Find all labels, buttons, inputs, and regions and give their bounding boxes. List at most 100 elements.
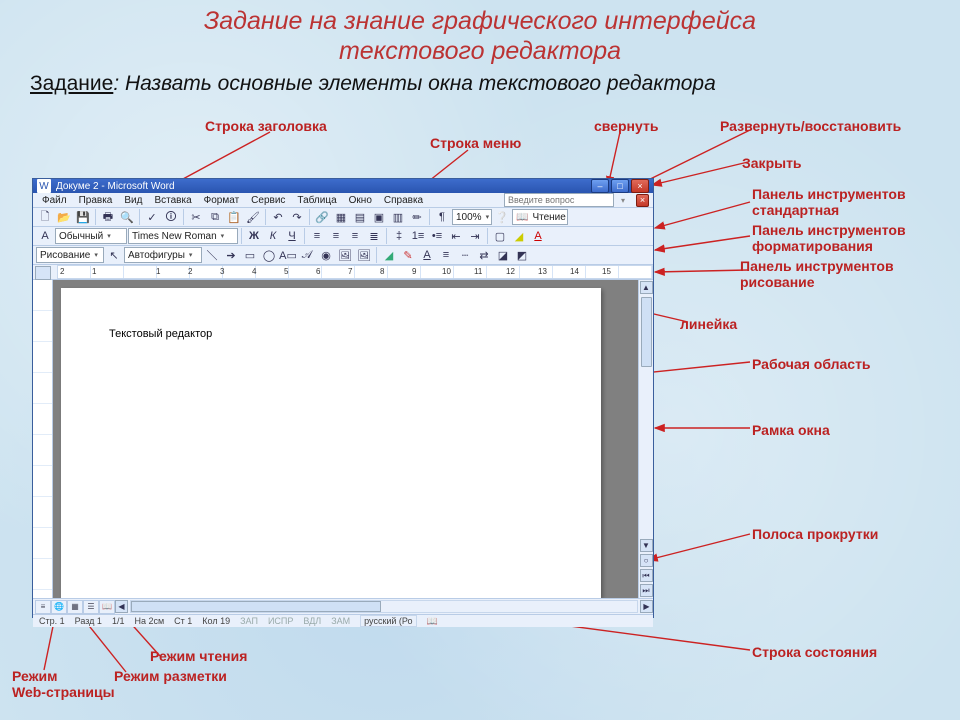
view-reading-icon[interactable]: 📖 <box>99 600 115 614</box>
status-ovr[interactable]: ЗАМ <box>331 616 350 626</box>
line-icon[interactable]: ＼ <box>203 246 221 264</box>
menu-window[interactable]: Окно <box>344 194 377 207</box>
vertical-scrollbar[interactable]: ▲ ▼ ○ ⏮ ⏭ <box>638 280 653 598</box>
print-icon[interactable]: 🖶 <box>99 208 117 226</box>
vertical-ruler[interactable] <box>33 280 53 598</box>
status-spellcheck-icon[interactable]: 📖 <box>427 616 438 627</box>
status-trk[interactable]: ИСПР <box>268 616 293 626</box>
line-color-icon[interactable]: ✎ <box>399 246 417 264</box>
underline-icon[interactable]: Ч <box>283 227 301 245</box>
numbered-list-icon[interactable]: 1≡ <box>409 227 427 245</box>
excel-icon[interactable]: ▣ <box>370 208 388 226</box>
bold-icon[interactable]: Ж <box>245 227 263 245</box>
status-rec[interactable]: ЗАП <box>240 616 258 626</box>
vscroll-thumb[interactable] <box>641 297 652 367</box>
styles-pane-icon[interactable]: A <box>36 227 54 245</box>
menu-format[interactable]: Формат <box>199 194 245 207</box>
picture-icon[interactable]: 🖼 <box>355 246 373 264</box>
highlight-icon[interactable]: ◢ <box>510 227 528 245</box>
arrow-style-icon[interactable]: ⇄ <box>475 246 493 264</box>
scroll-up-icon[interactable]: ▲ <box>640 281 653 294</box>
align-left-icon[interactable]: ≡ <box>308 227 326 245</box>
document-close-button[interactable]: × <box>636 194 649 207</box>
close-button[interactable]: × <box>631 179 649 193</box>
autoshapes-menu[interactable]: Автофигуры▾ <box>124 247 202 263</box>
hscroll-thumb[interactable] <box>131 601 381 612</box>
3d-icon[interactable]: ◩ <box>513 246 531 264</box>
rectangle-icon[interactable]: ▭ <box>241 246 259 264</box>
prev-page-icon[interactable]: ⏮ <box>640 569 653 582</box>
menu-file[interactable]: Файл <box>37 194 72 207</box>
arrow-shape-icon[interactable]: ➔ <box>222 246 240 264</box>
menu-edit[interactable]: Правка <box>74 194 118 207</box>
line-spacing-icon[interactable]: ‡ <box>390 227 408 245</box>
select-objects-icon[interactable]: ↖ <box>105 246 123 264</box>
diagram-icon[interactable]: ◉ <box>317 246 335 264</box>
research-icon[interactable]: 🛈 <box>162 208 180 226</box>
shadow-icon[interactable]: ◪ <box>494 246 512 264</box>
font-color-icon[interactable]: A <box>529 227 547 245</box>
dash-style-icon[interactable]: ┄ <box>456 246 474 264</box>
redo-icon[interactable]: ↷ <box>288 208 306 226</box>
font-color2-icon[interactable]: A <box>418 246 436 264</box>
font-combo[interactable]: Times New Roman▾ <box>128 228 238 244</box>
hscroll-track[interactable] <box>130 600 638 613</box>
menu-view[interactable]: Вид <box>119 194 147 207</box>
increase-indent-icon[interactable]: ⇥ <box>466 227 484 245</box>
style-combo[interactable]: Обычный▾ <box>55 228 127 244</box>
maximize-button[interactable]: □ <box>611 179 629 193</box>
align-center-icon[interactable]: ≡ <box>327 227 345 245</box>
print-preview-icon[interactable]: 🔍 <box>118 208 136 226</box>
align-right-icon[interactable]: ≡ <box>346 227 364 245</box>
read-button[interactable]: 📖 Чтение <box>512 209 568 225</box>
document-page[interactable]: Текстовый редактор <box>61 288 601 598</box>
save-icon[interactable]: 💾 <box>74 208 92 226</box>
scroll-left-icon[interactable]: ◀ <box>115 600 128 613</box>
cut-icon[interactable]: ✂ <box>187 208 205 226</box>
open-icon[interactable]: 📂 <box>55 208 73 226</box>
oval-icon[interactable]: ◯ <box>260 246 278 264</box>
help-search-input[interactable] <box>504 193 614 207</box>
document-area[interactable]: Текстовый редактор <box>53 280 638 598</box>
view-web-icon[interactable]: 🌐 <box>51 600 67 614</box>
paste-icon[interactable]: 📋 <box>225 208 243 226</box>
fill-color-icon[interactable]: ◢ <box>380 246 398 264</box>
view-print-icon[interactable]: ▦ <box>67 600 83 614</box>
hyperlink-icon[interactable]: 🔗 <box>313 208 331 226</box>
bullet-list-icon[interactable]: •≡ <box>428 227 446 245</box>
clipart-icon[interactable]: 🖼 <box>336 246 354 264</box>
tables-borders-icon[interactable]: ▦ <box>332 208 350 226</box>
columns-icon[interactable]: ▥ <box>389 208 407 226</box>
status-language[interactable]: русский (Ро <box>360 615 416 627</box>
spellcheck-icon[interactable]: ✓ <box>143 208 161 226</box>
minimize-button[interactable]: – <box>591 179 609 193</box>
view-outline-icon[interactable]: ☰ <box>83 600 99 614</box>
next-page-icon[interactable]: ⏭ <box>640 584 653 597</box>
doc-map-icon[interactable]: ¶ <box>433 208 451 226</box>
wordart-icon[interactable]: 𝒜 <box>298 246 316 264</box>
italic-icon[interactable]: К <box>264 227 282 245</box>
menu-table[interactable]: Таблица <box>292 194 341 207</box>
line-style-icon[interactable]: ≡ <box>437 246 455 264</box>
borders-icon[interactable]: ▢ <box>491 227 509 245</box>
scroll-right-icon[interactable]: ▶ <box>640 600 653 613</box>
browse-object-icon[interactable]: ○ <box>640 554 653 567</box>
decrease-indent-icon[interactable]: ⇤ <box>447 227 465 245</box>
tab-selector-icon[interactable] <box>35 266 51 280</box>
help-icon[interactable]: ❔ <box>493 208 511 226</box>
scroll-down-icon[interactable]: ▼ <box>640 539 653 552</box>
menu-help[interactable]: Справка <box>379 194 428 207</box>
undo-icon[interactable]: ↶ <box>269 208 287 226</box>
format-painter-icon[interactable]: 🖌 <box>244 208 262 226</box>
drawing-icon[interactable]: ✏ <box>408 208 426 226</box>
new-doc-icon[interactable]: 🗋 <box>36 208 54 226</box>
align-justify-icon[interactable]: ≣ <box>365 227 383 245</box>
status-ext[interactable]: ВДЛ <box>303 616 321 626</box>
insert-table-icon[interactable]: ▤ <box>351 208 369 226</box>
textbox-icon[interactable]: A▭ <box>279 246 297 264</box>
drawing-menu[interactable]: Рисование▾ <box>36 247 104 263</box>
titlebar[interactable]: W Докуме 2 - Microsoft Word – □ × <box>33 179 653 193</box>
copy-icon[interactable]: ⧉ <box>206 208 224 226</box>
zoom-combo[interactable]: 100%▾ <box>452 209 492 225</box>
menu-tools[interactable]: Сервис <box>246 194 290 207</box>
